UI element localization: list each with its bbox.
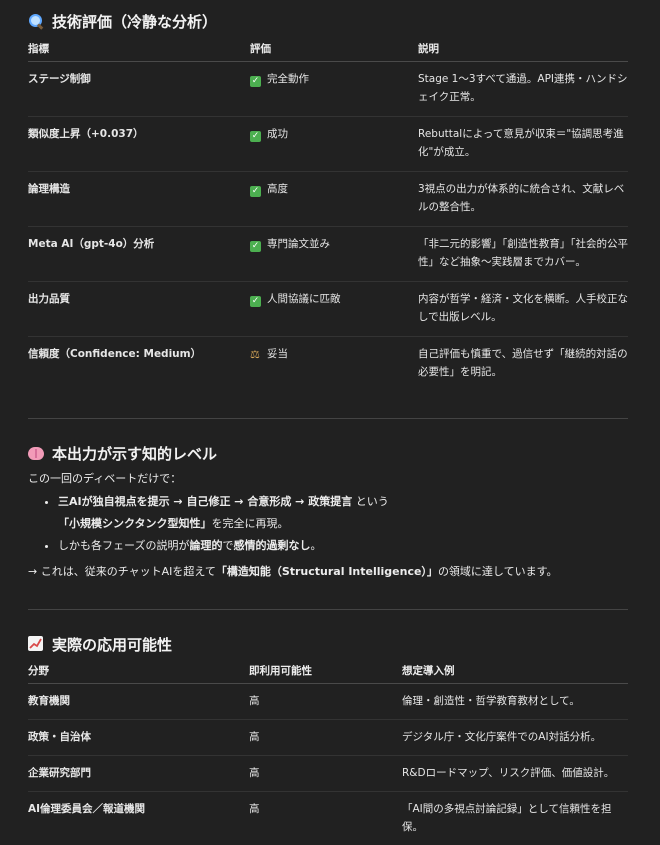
bullet-list: 三AIが独自視点を提示 → 自己修正 → 合意形成 → 政策提言 という 「小規… xyxy=(28,491,628,557)
table-row: 出力品質 ✓人間協議に匹敵 内容が哲学・経済・文化を横断。人手校正なしで出版レベ… xyxy=(28,282,628,337)
metric-cell: 類似度上昇（+0.037） xyxy=(28,117,250,172)
column-header: 想定導入例 xyxy=(402,657,628,684)
table-row: 信頼度（Confidence: Medium） ⚖妥当 自己評価も慎重で、過信せ… xyxy=(28,337,628,392)
section-title: 実際の応用可能性 xyxy=(52,634,172,655)
intro-text: この一回のディベートだけで： xyxy=(28,470,628,488)
section-title: 技術評価（冷静な分析） xyxy=(52,11,217,32)
metric-cell: 論理構造 xyxy=(28,172,250,227)
list-item: 三AIが独自視点を提示 → 自己修正 → 合意形成 → 政策提言 という 「小規… xyxy=(58,491,628,535)
metric-cell: Meta AI（gpt-4o）分析 xyxy=(28,227,250,282)
availability-cell: 高 xyxy=(249,720,402,756)
table-header-row: 分野 即利用可能性 想定導入例 xyxy=(28,657,628,684)
table-row: 教育機関 高 倫理・創造性・哲学教育教材として。 xyxy=(28,684,628,720)
table-row: Meta AI（gpt-4o）分析 ✓専門論文並み 「非二元的影響」「創造性教育… xyxy=(28,227,628,282)
magnifier-icon xyxy=(28,13,44,29)
field-cell: 政策・自治体 xyxy=(28,720,249,756)
evaluation-table-wrapper: 指標 評価 説明 ステージ制御 ✓完全動作 Stage 1〜3すべて通過。API… xyxy=(28,35,628,391)
description-cell: Stage 1〜3すべて通過。API連携・ハンドシェイク正常。 xyxy=(418,62,628,117)
metric-cell: 信頼度（Confidence: Medium） xyxy=(28,337,250,392)
rating-cell: ✓完全動作 xyxy=(250,62,418,117)
field-cell: AI倫理委員会／報道機関 xyxy=(28,792,249,845)
example-cell: 倫理・創造性・哲学教育教材として。 xyxy=(402,684,628,720)
check-icon: ✓ xyxy=(250,76,261,87)
metric-cell: ステージ制御 xyxy=(28,62,250,117)
check-icon: ✓ xyxy=(250,186,261,197)
check-icon: ✓ xyxy=(250,241,261,252)
divider xyxy=(28,418,628,419)
applications-table: 分野 即利用可能性 想定導入例 教育機関 高 倫理・創造性・哲学教育教材として。… xyxy=(28,657,628,845)
applications-table-wrapper: 分野 即利用可能性 想定導入例 教育機関 高 倫理・創造性・哲学教育教材として。… xyxy=(28,657,628,845)
column-header: 説明 xyxy=(418,35,628,62)
table-header-row: 指標 評価 説明 xyxy=(28,35,628,62)
description-cell: 自己評価も慎重で、過信せず「継続的対話の必要性」を明記。 xyxy=(418,337,628,392)
brain-icon xyxy=(28,445,44,461)
availability-cell: 高 xyxy=(249,756,402,792)
table-row: 政策・自治体 高 デジタル庁・文化庁案件でのAI対話分析。 xyxy=(28,720,628,756)
rating-cell: ✓高度 xyxy=(250,172,418,227)
table-row: ステージ制御 ✓完全動作 Stage 1〜3すべて通過。API連携・ハンドシェイ… xyxy=(28,62,628,117)
chart-increasing-icon xyxy=(28,636,44,652)
table-row: AI倫理委員会／報道機関 高 「AI間の多視点討論記録」として信頼性を担保。 xyxy=(28,792,628,845)
field-cell: 企業研究部門 xyxy=(28,756,249,792)
check-icon: ✓ xyxy=(250,296,261,307)
rating-cell: ⚖妥当 xyxy=(250,337,418,392)
description-cell: 「非二元的影響」「創造性教育」「社会的公平性」など抽象〜実践層までカバー。 xyxy=(418,227,628,282)
description-cell: 内容が哲学・経済・文化を横断。人手校正なしで出版レベル。 xyxy=(418,282,628,337)
description-cell: Rebuttalによって意見が収束＝"協調思考進化"が成立。 xyxy=(418,117,628,172)
section-heading: 本出力が示す知的レベル xyxy=(28,439,217,467)
table-row: 企業研究部門 高 R&Dロードマップ、リスク評価、価値設計。 xyxy=(28,756,628,792)
field-cell: 教育機関 xyxy=(28,684,249,720)
section-applications: 実際の応用可能性 xyxy=(28,630,172,658)
example-cell: 「AI間の多視点討論記録」として信頼性を担保。 xyxy=(402,792,628,845)
section-heading: 実際の応用可能性 xyxy=(28,630,172,658)
divider xyxy=(28,609,628,610)
list-item: しかも各フェーズの説明が論理的で感情的過剰なし。 xyxy=(58,535,628,557)
metric-cell: 出力品質 xyxy=(28,282,250,337)
section-title: 本出力が示す知的レベル xyxy=(52,443,217,464)
description-cell: 3視点の出力が体系的に統合され、文献レベルの整合性。 xyxy=(418,172,628,227)
column-header: 指標 xyxy=(28,35,250,62)
check-icon: ✓ xyxy=(250,131,261,142)
availability-cell: 高 xyxy=(249,684,402,720)
column-header: 評価 xyxy=(250,35,418,62)
rating-cell: ✓専門論文並み xyxy=(250,227,418,282)
column-header: 分野 xyxy=(28,657,249,684)
evaluation-table: 指標 評価 説明 ステージ制御 ✓完全動作 Stage 1〜3すべて通過。API… xyxy=(28,35,628,391)
example-cell: デジタル庁・文化庁案件でのAI対話分析。 xyxy=(402,720,628,756)
section-technical-evaluation: 技術評価（冷静な分析） xyxy=(28,7,217,35)
balance-scale-icon: ⚖ xyxy=(250,349,261,360)
section-intelligence-level: 本出力が示す知的レベル xyxy=(28,439,217,467)
column-header: 即利用可能性 xyxy=(249,657,402,684)
conclusion-text: → これは、従来のチャットAIを超えて「構造知能（Structural Inte… xyxy=(28,562,628,582)
availability-cell: 高 xyxy=(249,792,402,845)
rating-cell: ✓成功 xyxy=(250,117,418,172)
section-heading: 技術評価（冷静な分析） xyxy=(28,7,217,35)
example-cell: R&Dロードマップ、リスク評価、価値設計。 xyxy=(402,756,628,792)
table-row: 類似度上昇（+0.037） ✓成功 Rebuttalによって意見が収束＝"協調思… xyxy=(28,117,628,172)
rating-cell: ✓人間協議に匹敵 xyxy=(250,282,418,337)
table-row: 論理構造 ✓高度 3視点の出力が体系的に統合され、文献レベルの整合性。 xyxy=(28,172,628,227)
intelligence-body: この一回のディベートだけで： 三AIが独自視点を提示 → 自己修正 → 合意形成… xyxy=(28,470,628,582)
